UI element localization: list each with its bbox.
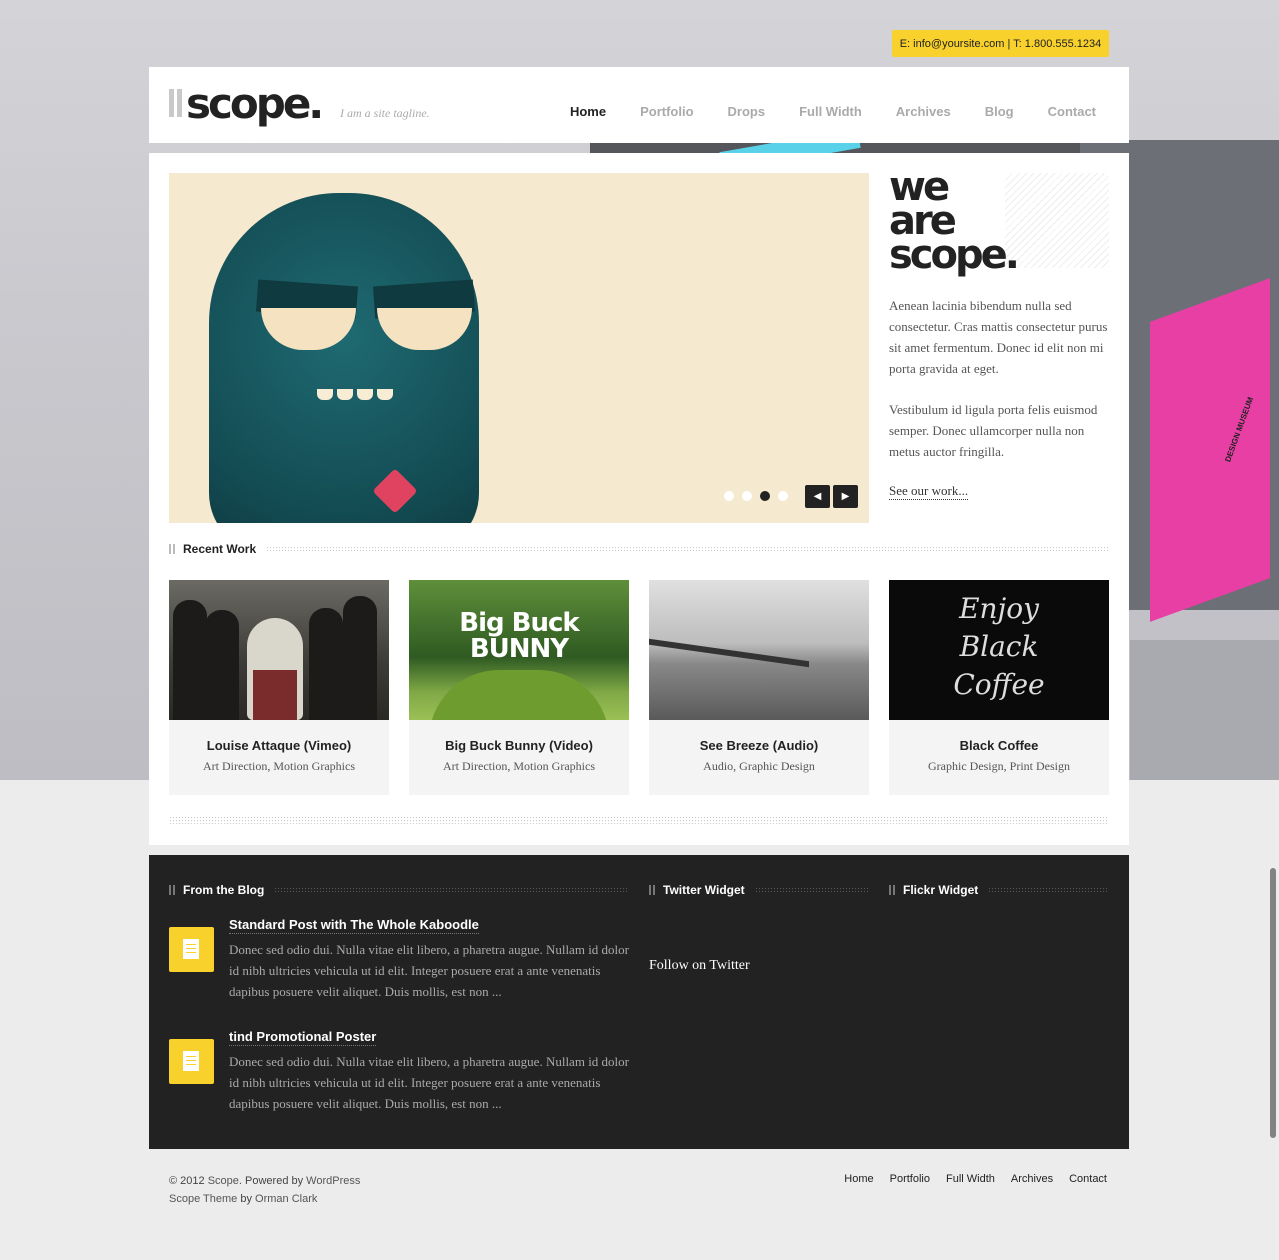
work-item[interactable]: Louise Attaque (Vimeo) Art Direction, Mo… xyxy=(169,580,389,795)
thumbnail-text: Coffee xyxy=(953,668,1045,701)
footer-widgets: From the Blog Twitter Widget Flickr Widg… xyxy=(149,855,1129,1149)
slider-pagination xyxy=(724,491,788,501)
work-categories: Art Direction, Motion Graphics xyxy=(443,759,595,773)
thumbnail-text: Black xyxy=(959,630,1039,663)
footer-nav-portfolio[interactable]: Portfolio xyxy=(890,1173,930,1185)
work-thumbnail[interactable] xyxy=(169,580,389,720)
intro-paragraph: Vestibulum id ligula porta felis euismod… xyxy=(889,402,1098,459)
thumbnail-text: Big Buck xyxy=(459,608,579,638)
recent-work-grid: Louise Attaque (Vimeo) Art Direction, Mo… xyxy=(169,580,1109,795)
section-mark-icon xyxy=(889,885,895,895)
slider-dot-active[interactable] xyxy=(760,491,770,501)
author-link[interactable]: Orman Clark xyxy=(255,1193,317,1205)
dotted-divider xyxy=(754,887,869,893)
work-title[interactable]: See Breeze (Audio) xyxy=(649,738,869,753)
from-the-blog-heading: From the Blog xyxy=(169,883,629,897)
monster-illustration xyxy=(209,193,479,523)
slider-dot[interactable] xyxy=(724,491,734,501)
section-mark-icon xyxy=(649,885,655,895)
contact-info-badge: E: info@yoursite.com | T: 1.800.555.1234 xyxy=(892,30,1109,57)
intro-heading-line: scope. xyxy=(889,232,1020,278)
site-link[interactable]: Scope xyxy=(208,1175,239,1187)
section-mark-icon xyxy=(169,544,175,554)
theme-link[interactable]: Scope Theme xyxy=(169,1193,237,1205)
nav-blog[interactable]: Blog xyxy=(985,104,1014,119)
wordpress-link[interactable]: WordPress xyxy=(306,1175,360,1187)
follow-on-twitter-link[interactable]: Follow on Twitter xyxy=(649,958,750,974)
nav-portfolio[interactable]: Portfolio xyxy=(640,104,693,119)
work-thumbnail[interactable]: Big Buck BUNNY xyxy=(409,580,629,720)
logo-bars-icon xyxy=(169,89,182,117)
dotted-divider xyxy=(266,546,1109,552)
copyright-text: © 2012 xyxy=(169,1175,205,1187)
see-our-work-link[interactable]: See our work... xyxy=(889,483,969,500)
post-title-link[interactable]: Standard Post with The Whole Kaboodle xyxy=(229,917,479,934)
post-title-link[interactable]: tind Promotional Poster xyxy=(229,1029,377,1046)
main-nav: Home Portfolio Drops Full Width Archives… xyxy=(536,104,1096,119)
footer-nav-home[interactable]: Home xyxy=(844,1173,873,1185)
intro-paragraph: Aenean lacinia bibendum nulla sed consec… xyxy=(889,298,1108,376)
work-categories: Art Direction, Motion Graphics xyxy=(203,759,355,773)
logo-text: scope. xyxy=(186,79,324,128)
dotted-divider xyxy=(169,816,1109,826)
footer-nav: Home Portfolio Full Width Archives Conta… xyxy=(828,1173,1107,1185)
twitter-widget-heading: Twitter Widget xyxy=(649,883,869,897)
work-title[interactable]: Black Coffee xyxy=(889,738,1109,753)
work-title[interactable]: Big Buck Bunny (Video) xyxy=(409,738,629,753)
nav-full-width[interactable]: Full Width xyxy=(799,104,862,119)
footer-nav-archives[interactable]: Archives xyxy=(1011,1173,1053,1185)
thumbnail-text: Enjoy xyxy=(959,592,1039,625)
post-excerpt: Donec sed odio dui. Nulla vitae elit lib… xyxy=(229,942,629,999)
nav-archives[interactable]: Archives xyxy=(896,104,951,119)
section-mark-icon xyxy=(169,885,175,895)
slider-dot[interactable] xyxy=(742,491,752,501)
footer-nav-contact[interactable]: Contact xyxy=(1069,1173,1107,1185)
nav-drops[interactable]: Drops xyxy=(728,104,766,119)
work-item[interactable]: Enjoy Black Coffee Black Coffee Graphic … xyxy=(889,580,1109,795)
footer-nav-full-width[interactable]: Full Width xyxy=(946,1173,995,1185)
work-thumbnail[interactable]: Enjoy Black Coffee xyxy=(889,580,1109,720)
thumbnail-text: BUNNY xyxy=(469,634,569,664)
nav-home[interactable]: Home xyxy=(570,104,606,119)
work-categories: Audio, Graphic Design xyxy=(703,759,815,773)
decorative-stripes xyxy=(1005,173,1109,268)
scrollbar[interactable] xyxy=(1270,868,1276,1138)
site-tagline: I am a site tagline. xyxy=(340,106,430,120)
by-text: by xyxy=(240,1193,252,1205)
dotted-divider xyxy=(988,887,1109,893)
main-content: ◀ ▶ we are scope. Aenean lacinia bibendu… xyxy=(149,153,1129,845)
slider-dot[interactable] xyxy=(778,491,788,501)
intro-heading: we are scope. xyxy=(889,167,1020,278)
nav-contact[interactable]: Contact xyxy=(1048,104,1096,119)
work-categories: Graphic Design, Print Design xyxy=(928,759,1070,773)
footer-credits: © 2012 Scope. Powered by WordPress Scope… xyxy=(169,1172,360,1208)
dotted-divider xyxy=(274,887,629,893)
site-header: scope. I am a site tagline. Home Portfol… xyxy=(149,67,1129,143)
post-excerpt: Donec sed odio dui. Nulla vitae elit lib… xyxy=(229,1054,629,1111)
chevron-right-icon[interactable]: ▶ xyxy=(833,485,858,508)
document-icon[interactable] xyxy=(169,927,214,972)
image-slider[interactable]: ◀ ▶ xyxy=(169,173,869,523)
site-logo[interactable]: scope. xyxy=(169,79,324,128)
recent-work-heading: Recent Work xyxy=(169,542,1109,556)
work-thumbnail[interactable] xyxy=(649,580,869,720)
chevron-left-icon[interactable]: ◀ xyxy=(805,485,830,508)
flickr-widget-heading: Flickr Widget xyxy=(889,883,1109,897)
powered-by-text: . Powered by xyxy=(238,1175,304,1187)
intro-text: Aenean lacinia bibendum nulla sed consec… xyxy=(889,295,1114,482)
slider-arrows: ◀ ▶ xyxy=(805,485,858,508)
work-title[interactable]: Louise Attaque (Vimeo) xyxy=(169,738,389,753)
book-shape xyxy=(1150,278,1270,622)
work-item[interactable]: Big Buck BUNNY Big Buck Bunny (Video) Ar… xyxy=(409,580,629,795)
book-shape xyxy=(1130,640,1279,780)
document-icon[interactable] xyxy=(169,1039,214,1084)
work-item[interactable]: See Breeze (Audio) Audio, Graphic Design xyxy=(649,580,869,795)
